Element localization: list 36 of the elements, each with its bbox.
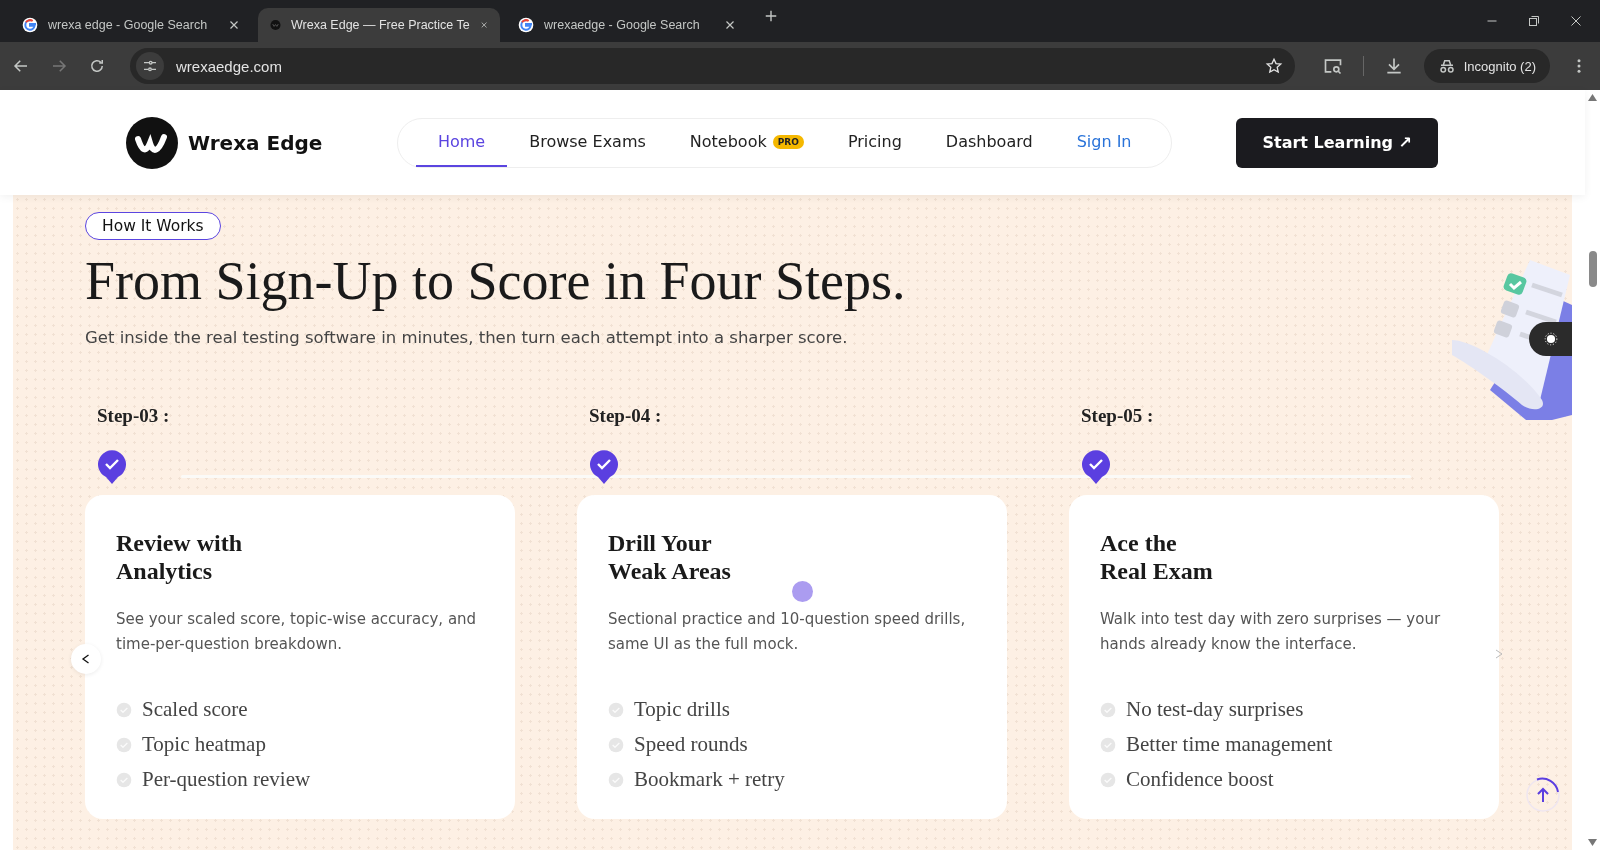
nav-link[interactable]: Browse Exams — [507, 118, 668, 167]
card-title: Drill Your Weak Areas — [608, 529, 732, 585]
nav-link[interactable]: Home — [415, 118, 508, 167]
pro-badge: PRO — [772, 134, 804, 149]
step-label: Step-03 : — [97, 405, 170, 426]
section-heading: From Sign-Up to Score in Four Steps. — [85, 250, 907, 312]
step-label: Step-05 : — [1081, 405, 1154, 426]
card-title: Review with Analytics — [116, 529, 243, 585]
section-subtitle: Get inside the real testing software in minutes, then turn each attempt into a sharper score. — [85, 328, 849, 347]
feature-text: Per-question review — [142, 767, 311, 792]
card-description: See your scaled score, topic-wise accuracy, and time-per-question breakdown. — [116, 609, 478, 655]
feature-text: Confidence boost — [1126, 767, 1274, 792]
feature-text: Bookmark + retry — [634, 767, 785, 792]
feature-text: Scaled score — [142, 697, 248, 722]
feature-text: Topic heatmap — [142, 732, 266, 757]
browser-tab[interactable]: wrexa edge - Google Search — [10, 8, 252, 42]
url-text: wrexaedge.com — [176, 57, 283, 75]
section-badge: How It Works — [85, 212, 221, 240]
feature-text: Speed rounds — [634, 732, 748, 757]
address-bar[interactable]: wrexaedge.com — [130, 48, 1295, 84]
feature-text: Topic drills — [634, 697, 730, 722]
brand-name[interactable]: Wrexa Edge — [188, 130, 323, 155]
browser-tab[interactable]: Wrexa Edge — Free Practice Te — [258, 8, 500, 42]
nav-link[interactable]: Dashboard — [923, 118, 1055, 167]
card-title: Ace the Real Exam — [1100, 529, 1214, 585]
browser-tab[interactable]: wrexaedge - Google Search — [506, 8, 748, 42]
card-description: Walk into test day with zero surprises — your hands already know the interface. — [1100, 609, 1442, 655]
nav-link[interactable]: Notebook PRO — [667, 118, 826, 167]
feature-text: Better time management — [1126, 732, 1333, 757]
step-label: Step-04 : — [589, 405, 662, 426]
nav-link[interactable]: Pricing — [825, 118, 924, 167]
start-learning-button[interactable]: Start Learning ↗ — [1236, 117, 1438, 168]
card-description: Sectional practice and 10-question speed drills, same UI as the full mock. — [608, 609, 967, 655]
incognito-button[interactable]: Incognito (2) — [1423, 49, 1550, 83]
feature-text: No test-day surprises — [1126, 697, 1304, 722]
nav-link[interactable]: Sign In — [1054, 118, 1154, 167]
